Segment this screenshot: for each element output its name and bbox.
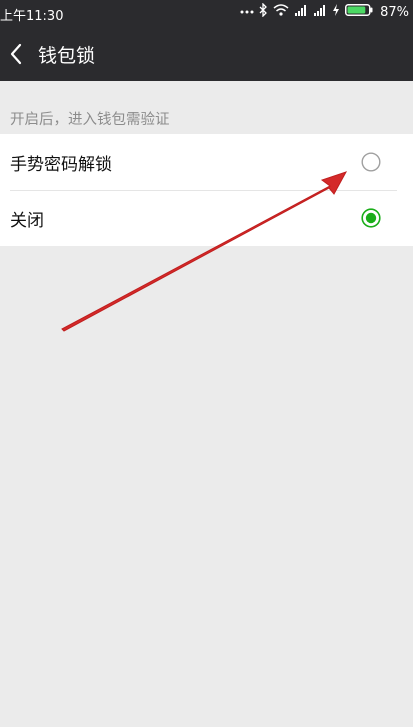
more-dots-icon	[240, 3, 254, 21]
option-label: 关闭	[10, 211, 44, 231]
radio-unselected-icon[interactable]	[361, 152, 381, 172]
wifi-icon	[273, 3, 289, 21]
option-gesture-password[interactable]: 手势密码解锁	[0, 134, 413, 190]
bluetooth-icon	[259, 2, 268, 21]
signal-icon	[294, 3, 308, 21]
wallet-lock-options: 手势密码解锁 关闭	[0, 134, 413, 246]
radio-selected-icon[interactable]	[361, 208, 381, 228]
page-title: 钱包锁	[38, 45, 96, 67]
charging-icon	[332, 3, 340, 21]
battery-icon	[345, 3, 373, 21]
status-time: 上午11:30	[0, 9, 64, 24]
option-label: 手势密码解锁	[10, 155, 112, 175]
section-hint: 开启后，进入钱包需验证	[10, 112, 170, 128]
status-bar: 上午11:30 87%	[0, 0, 413, 27]
chevron-left-icon[interactable]	[6, 39, 30, 69]
option-off[interactable]: 关闭	[0, 190, 413, 246]
nav-bar: 钱包锁	[0, 27, 413, 81]
battery-percent: 87%	[380, 4, 409, 20]
signal-icon	[313, 3, 327, 21]
status-icons: 87%	[240, 2, 409, 21]
